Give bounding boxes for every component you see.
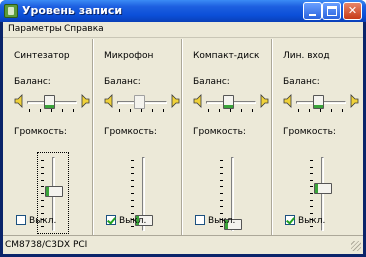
- balance-slider[interactable]: [134, 95, 145, 109]
- channel-strip: Лин. вход Баланс: Громкость: Выкл.: [271, 39, 359, 235]
- status-text: CM8738/C3DX PCI: [5, 240, 88, 250]
- minimize-button[interactable]: [303, 2, 322, 20]
- client-area: Параметры Справка Синтезатор Баланс: Гро…: [3, 22, 363, 254]
- mute-checkbox[interactable]: Выкл.: [16, 215, 56, 226]
- balance-label: Баланс:: [104, 77, 141, 87]
- volume-slider[interactable]: [45, 185, 63, 197]
- speaker-icon: [260, 94, 269, 108]
- checkbox-box[interactable]: [195, 215, 205, 225]
- balance-ticks: [298, 109, 344, 112]
- checkbox-box[interactable]: [285, 215, 295, 225]
- status-bar: CM8738/C3DX PCI: [3, 235, 363, 253]
- balance-slider[interactable]: [223, 95, 234, 109]
- close-icon: ✕: [347, 4, 358, 17]
- channel-strip: Синтезатор Баланс: Громкость: Выкл.: [3, 39, 91, 235]
- mute-checkbox[interactable]: Выкл.: [106, 215, 146, 226]
- channel-strip: Компакт-диск Баланс: Громкость: Выкл.: [181, 39, 269, 235]
- checkbox-box[interactable]: [16, 215, 26, 225]
- window-title: Уровень записи: [22, 4, 123, 17]
- volume-slider[interactable]: [314, 182, 332, 194]
- balance-slider[interactable]: [313, 95, 324, 109]
- menu-bar: Параметры Справка: [3, 22, 363, 38]
- balance-ticks: [119, 109, 165, 112]
- channel-name: Синтезатор: [14, 51, 70, 61]
- menu-help[interactable]: Справка: [64, 24, 104, 34]
- maximize-button[interactable]: [322, 2, 341, 20]
- channel-strip: Микрофон Баланс: Громкость: Выкл.: [92, 39, 180, 235]
- mute-checkbox[interactable]: Выкл.: [285, 215, 325, 226]
- mute-label: Выкл.: [298, 216, 326, 226]
- speaker-icon: [104, 94, 113, 108]
- mixer-panel: Синтезатор Баланс: Громкость: Выкл. Микр…: [3, 39, 363, 235]
- volume-label: Громкость:: [14, 127, 67, 137]
- channel-name: Микрофон: [104, 51, 154, 61]
- mixer-icon[interactable]: [4, 4, 18, 18]
- volume-label: Громкость:: [193, 127, 246, 137]
- balance-ticks: [208, 109, 254, 112]
- speaker-icon: [350, 94, 359, 108]
- speaker-icon: [171, 94, 180, 108]
- channel-name: Лин. вход: [283, 51, 330, 61]
- speaker-icon: [14, 94, 23, 108]
- speaker-icon: [193, 94, 202, 108]
- close-button[interactable]: ✕: [343, 2, 362, 20]
- volume-label: Громкость:: [283, 127, 336, 137]
- balance-label: Баланс:: [193, 77, 230, 87]
- balance-label: Баланс:: [14, 77, 51, 87]
- minimize-icon: [309, 14, 316, 16]
- resize-grip[interactable]: [351, 241, 361, 251]
- mute-label: Выкл.: [119, 216, 147, 226]
- menu-options[interactable]: Параметры: [8, 24, 62, 34]
- maximize-icon: [327, 6, 337, 16]
- balance-ticks: [29, 109, 75, 112]
- mute-label: Выкл.: [29, 216, 57, 226]
- mute-checkbox[interactable]: Выкл.: [195, 215, 235, 226]
- mute-label: Выкл.: [208, 216, 236, 226]
- speaker-icon: [81, 94, 90, 108]
- mixer-window: Уровень записи ✕ Параметры Справка Синте…: [0, 0, 366, 257]
- title-bar[interactable]: Уровень записи ✕: [0, 0, 366, 22]
- balance-slider[interactable]: [44, 95, 55, 109]
- channel-name: Компакт-диск: [193, 51, 260, 61]
- balance-label: Баланс:: [283, 77, 320, 87]
- checkbox-box[interactable]: [106, 215, 116, 225]
- speaker-icon: [283, 94, 292, 108]
- volume-label: Громкость:: [104, 127, 157, 137]
